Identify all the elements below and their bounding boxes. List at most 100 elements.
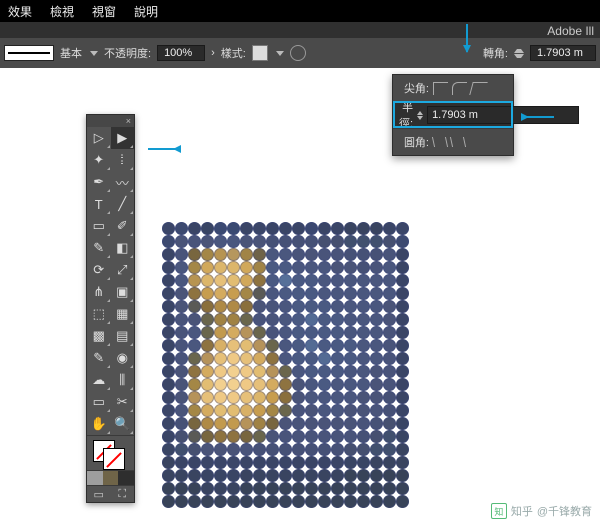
tool-line[interactable]: ╱ <box>111 193 135 215</box>
tool-rotate[interactable]: ⟳ <box>87 259 111 281</box>
mosaic-dot[interactable] <box>383 222 396 235</box>
mosaic-dot[interactable] <box>227 326 240 339</box>
menu-window[interactable]: 視窗 <box>92 3 116 20</box>
mosaic-dot[interactable] <box>162 300 175 313</box>
mosaic-dot[interactable] <box>279 430 292 443</box>
mosaic-dot[interactable] <box>253 261 266 274</box>
opacity-value[interactable]: 100% <box>157 45 205 61</box>
tool-hand[interactable]: ✋ <box>87 413 111 435</box>
mosaic-dot[interactable] <box>188 274 201 287</box>
mosaic-dot[interactable] <box>357 456 370 469</box>
mosaic-dot[interactable] <box>188 365 201 378</box>
mosaic-dot[interactable] <box>305 365 318 378</box>
mosaic-dot[interactable] <box>162 404 175 417</box>
tool-type[interactable]: T <box>87 193 111 215</box>
mosaic-dot[interactable] <box>227 339 240 352</box>
mosaic-dot[interactable] <box>357 391 370 404</box>
mosaic-dot[interactable] <box>370 313 383 326</box>
mosaic-dot[interactable] <box>331 248 344 261</box>
mosaic-dot[interactable] <box>305 300 318 313</box>
mosaic-dot[interactable] <box>240 495 253 508</box>
mosaic-dot[interactable] <box>279 261 292 274</box>
mosaic-dot[interactable] <box>357 326 370 339</box>
mosaic-dot[interactable] <box>266 378 279 391</box>
mosaic-dot[interactable] <box>214 248 227 261</box>
mosaic-dot[interactable] <box>292 339 305 352</box>
mosaic-dot[interactable] <box>383 352 396 365</box>
mosaic-dot[interactable] <box>201 482 214 495</box>
mosaic-dot[interactable] <box>318 222 331 235</box>
mosaic-dot[interactable] <box>383 261 396 274</box>
mosaic-dot[interactable] <box>357 417 370 430</box>
mosaic-dot[interactable] <box>240 404 253 417</box>
mosaic-dot[interactable] <box>162 495 175 508</box>
mosaic-dot[interactable] <box>383 456 396 469</box>
mosaic-dot[interactable] <box>357 365 370 378</box>
mosaic-dot[interactable] <box>383 443 396 456</box>
mosaic-dot[interactable] <box>188 404 201 417</box>
mosaic-dot[interactable] <box>227 495 240 508</box>
mosaic-dot[interactable] <box>253 495 266 508</box>
mosaic-dot[interactable] <box>201 404 214 417</box>
mosaic-dot[interactable] <box>188 339 201 352</box>
mosaic-dot[interactable] <box>266 430 279 443</box>
mosaic-dot[interactable] <box>266 469 279 482</box>
mosaic-dot[interactable] <box>318 365 331 378</box>
mosaic-dot[interactable] <box>162 391 175 404</box>
mosaic-dot[interactable] <box>227 248 240 261</box>
mosaic-dot[interactable] <box>266 261 279 274</box>
mosaic-dot[interactable] <box>292 443 305 456</box>
tool-direct-select[interactable]: ▶ <box>111 127 135 149</box>
mosaic-dot[interactable] <box>253 391 266 404</box>
mosaic-dot[interactable] <box>214 235 227 248</box>
mosaic-dot[interactable] <box>370 378 383 391</box>
mosaic-dot[interactable] <box>162 326 175 339</box>
mosaic-dot[interactable] <box>188 248 201 261</box>
mosaic-dot[interactable] <box>331 456 344 469</box>
mosaic-dot[interactable] <box>279 235 292 248</box>
mosaic-dot[interactable] <box>201 456 214 469</box>
mosaic-dot[interactable] <box>357 300 370 313</box>
mosaic-dot[interactable] <box>240 391 253 404</box>
mosaic-dot[interactable] <box>292 378 305 391</box>
mosaic-dot[interactable] <box>188 430 201 443</box>
mosaic-dot[interactable] <box>357 287 370 300</box>
mosaic-dot[interactable] <box>201 339 214 352</box>
mosaic-dot[interactable] <box>227 469 240 482</box>
mosaic-dot[interactable] <box>253 313 266 326</box>
mosaic-dot[interactable] <box>175 417 188 430</box>
tool-symbol-spray[interactable]: ☁ <box>87 369 111 391</box>
mosaic-dot[interactable] <box>279 352 292 365</box>
mosaic-dot[interactable] <box>396 443 409 456</box>
mosaic-dot[interactable] <box>175 326 188 339</box>
mosaic-dot[interactable] <box>240 339 253 352</box>
mosaic-dot[interactable] <box>357 495 370 508</box>
mosaic-dot[interactable] <box>396 391 409 404</box>
mosaic-dot[interactable] <box>240 482 253 495</box>
mosaic-dot[interactable] <box>240 469 253 482</box>
mosaic-dot[interactable] <box>175 248 188 261</box>
mosaic-dot[interactable] <box>279 274 292 287</box>
stroke-swatch[interactable] <box>103 448 125 470</box>
mosaic-dot[interactable] <box>266 235 279 248</box>
mosaic-dot[interactable] <box>162 287 175 300</box>
mosaic-dot[interactable] <box>162 443 175 456</box>
mosaic-dot[interactable] <box>331 378 344 391</box>
mosaic-dot[interactable] <box>383 248 396 261</box>
mosaic-dot[interactable] <box>201 495 214 508</box>
mosaic-dot[interactable] <box>253 248 266 261</box>
mosaic-dot[interactable] <box>318 404 331 417</box>
screen-modes[interactable]: ▭⛶ <box>87 485 134 502</box>
mosaic-dot[interactable] <box>292 300 305 313</box>
mosaic-dot[interactable] <box>266 248 279 261</box>
mosaic-dot[interactable] <box>201 378 214 391</box>
mosaic-dot[interactable] <box>214 469 227 482</box>
mosaic-dot[interactable] <box>357 352 370 365</box>
mosaic-dot[interactable] <box>227 365 240 378</box>
mosaic-dot[interactable] <box>318 443 331 456</box>
mosaic-dot[interactable] <box>253 235 266 248</box>
mosaic-dot[interactable] <box>305 391 318 404</box>
chevron-down-icon[interactable] <box>276 51 284 56</box>
mosaic-dot[interactable] <box>370 430 383 443</box>
mosaic-dot[interactable] <box>214 365 227 378</box>
